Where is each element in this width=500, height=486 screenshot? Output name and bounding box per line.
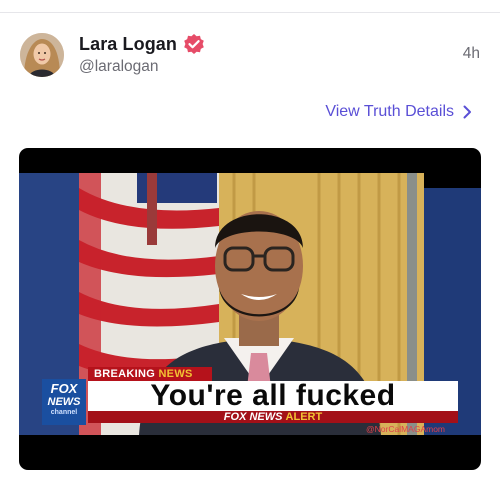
display-name[interactable]: Lara Logan bbox=[79, 34, 177, 55]
logo-line-channel: channel bbox=[50, 409, 78, 416]
logo-line-news: NEWS bbox=[47, 396, 81, 408]
avatar[interactable] bbox=[20, 33, 64, 77]
logo-line-fox: FOX bbox=[50, 381, 78, 396]
verified-badge-icon bbox=[184, 34, 204, 54]
alert-prefix: FOX NEWS bbox=[223, 411, 283, 423]
alert-suffix: ALERT bbox=[285, 411, 323, 423]
breaking-label: BREAKING bbox=[94, 368, 156, 380]
chevron-right-icon bbox=[463, 105, 471, 119]
watermark-handle: @NorCalMAGAmom bbox=[366, 424, 445, 434]
chyron-headline: You're all fucked bbox=[88, 381, 458, 411]
top-divider bbox=[0, 12, 500, 13]
author-handle[interactable]: @laralogan bbox=[79, 58, 159, 76]
view-truth-details-label: View Truth Details bbox=[325, 103, 454, 120]
chyron-alert-bar: FOX NEWS ALERT bbox=[88, 411, 458, 423]
view-truth-details-link[interactable]: View Truth Details bbox=[325, 103, 472, 121]
post-timestamp: 4h bbox=[462, 45, 480, 62]
author-row: Lara Logan bbox=[79, 33, 205, 55]
fox-news-logo: FOX NEWS channel bbox=[42, 379, 86, 425]
